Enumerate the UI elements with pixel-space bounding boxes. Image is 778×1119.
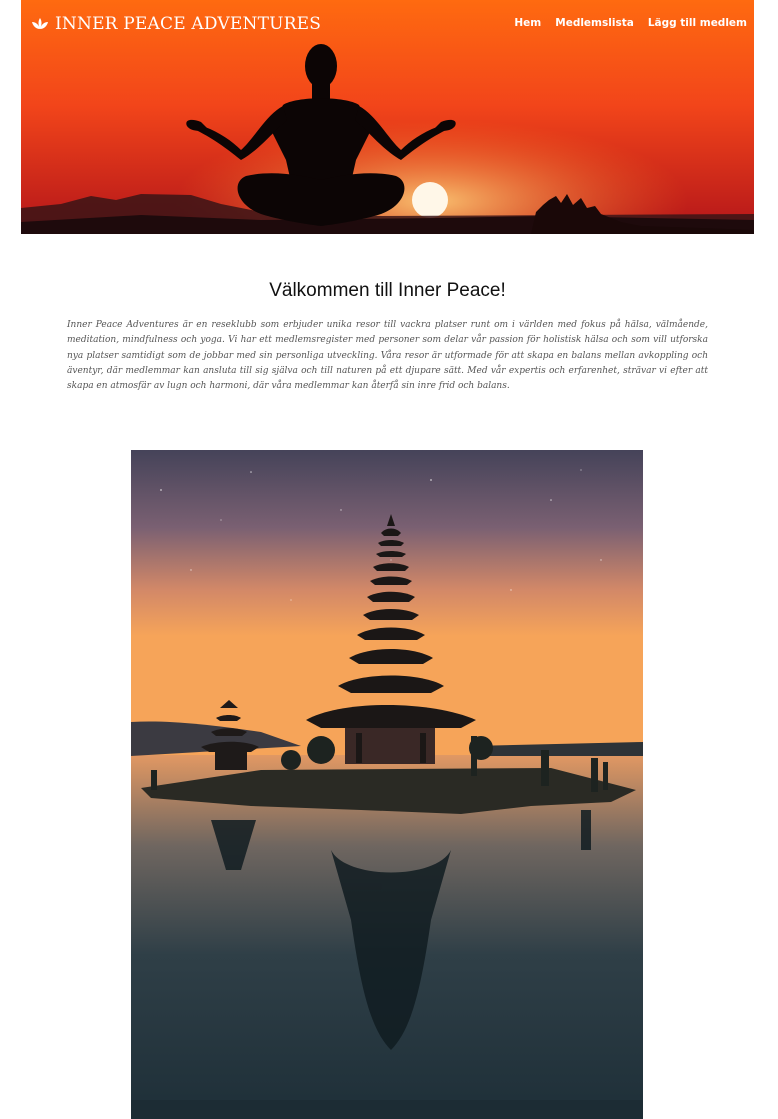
intro-text: Inner Peace Adventures är en reseklubb s… — [67, 320, 708, 392]
intro-section: Välkommen till Inner Peace! Inner Peace … — [67, 280, 708, 394]
nav-link-add-member[interactable]: Lägg till medlem — [648, 17, 747, 29]
temple-photo — [131, 450, 643, 1119]
brand-logo[interactable]: INNER PEACE ADVENTURES — [31, 14, 321, 34]
brand-name: INNER PEACE ADVENTURES — [55, 14, 322, 34]
hero-image — [21, 0, 754, 234]
temple-image — [131, 450, 643, 1119]
page-title: Välkommen till Inner Peace! — [269, 280, 506, 301]
main-nav: Hem Medlemslista Lägg till medlem — [514, 17, 747, 29]
nav-link-member-list[interactable]: Medlemslista — [555, 17, 634, 29]
lotus-icon — [31, 17, 49, 31]
hero-banner: INNER PEACE ADVENTURES Hem Medlemslista … — [21, 0, 754, 234]
nav-link-home[interactable]: Hem — [514, 17, 541, 29]
